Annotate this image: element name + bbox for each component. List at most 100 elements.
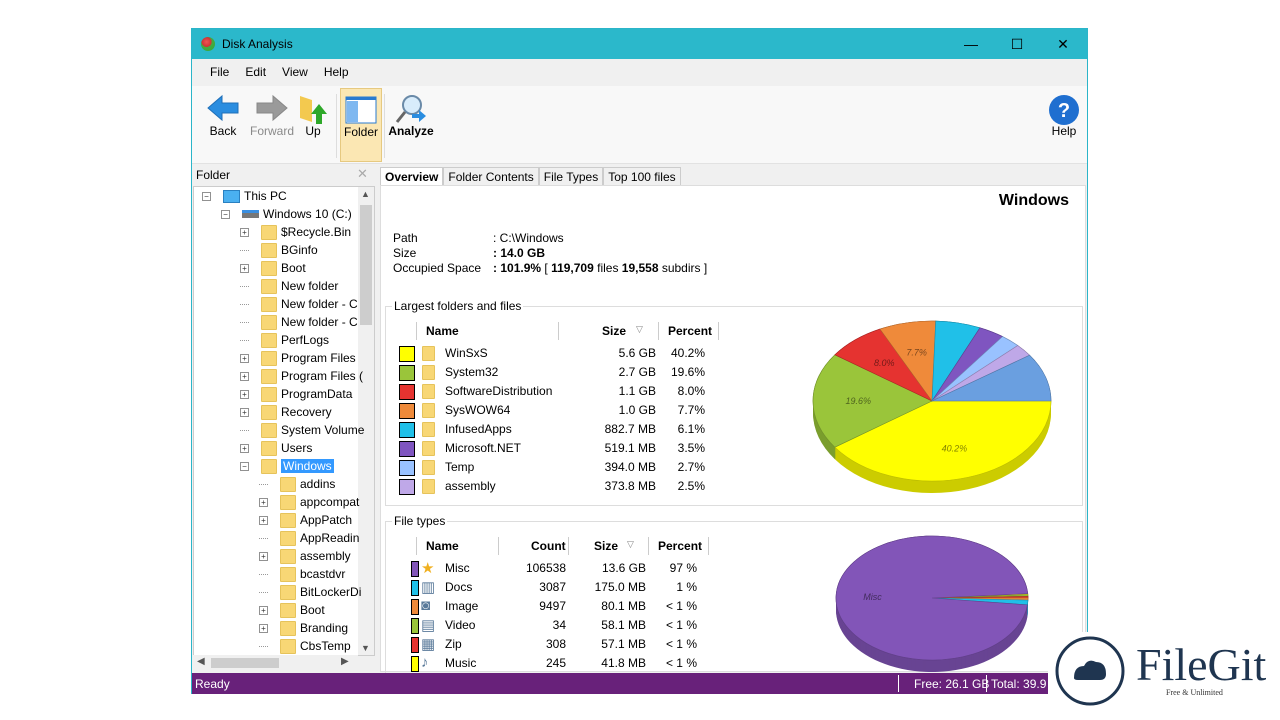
- tree-node[interactable]: AppReadin: [259, 529, 359, 547]
- tree-node[interactable]: − This PC: [202, 187, 287, 205]
- scroll-left-icon[interactable]: ◀: [197, 656, 205, 667]
- menu-help[interactable]: Help: [316, 59, 357, 86]
- table-row[interactable]: InfusedApps 882.7 MB 6.1%: [386, 420, 726, 439]
- expand-icon[interactable]: +: [259, 605, 268, 615]
- expand-icon[interactable]: +: [240, 389, 249, 399]
- tree-node[interactable]: + Users: [240, 439, 312, 457]
- tab-overview[interactable]: Overview: [380, 167, 444, 186]
- expand-icon[interactable]: +: [240, 353, 249, 363]
- col-size-header[interactable]: Size: [602, 324, 626, 338]
- analyze-button[interactable]: Analyze: [388, 88, 434, 162]
- row-name: Microsoft.NET: [445, 441, 522, 455]
- table-row[interactable]: WinSxS 5.6 GB 40.2%: [386, 344, 726, 363]
- table-row[interactable]: ♪ Music 245 41.8 MB < 1 %: [386, 654, 726, 673]
- menu-file[interactable]: File: [202, 59, 237, 86]
- row-name: SysWOW64: [445, 403, 511, 417]
- col-percent-header[interactable]: Percent: [668, 324, 712, 338]
- minimize-button[interactable]: —: [948, 29, 994, 59]
- table-row[interactable]: Microsoft.NET 519.1 MB 3.5%: [386, 439, 726, 458]
- table-row[interactable]: ◙ Image 9497 80.1 MB < 1 %: [386, 597, 726, 616]
- tree-node[interactable]: New folder - C: [240, 313, 358, 331]
- tree-node[interactable]: New folder: [240, 277, 338, 295]
- table-row[interactable]: assembly 373.8 MB 2.5%: [386, 477, 726, 496]
- tree-horizontal-scrollbar[interactable]: ◀ ▶: [193, 655, 358, 671]
- expand-icon[interactable]: +: [240, 227, 249, 237]
- scroll-down-icon[interactable]: ▼: [361, 643, 370, 653]
- expand-icon[interactable]: +: [259, 497, 268, 507]
- close-button[interactable]: ✕: [1040, 29, 1086, 59]
- tree-node[interactable]: bcastdvr: [259, 565, 345, 583]
- tree-node[interactable]: + assembly: [259, 547, 351, 565]
- tree-node[interactable]: + Branding: [259, 619, 348, 637]
- tab-file-types[interactable]: File Types: [538, 167, 604, 186]
- collapse-icon[interactable]: −: [240, 461, 249, 471]
- tree-node[interactable]: + Program Files: [240, 349, 356, 367]
- tree-node[interactable]: − Windows: [240, 457, 334, 475]
- expand-icon[interactable]: +: [240, 407, 249, 417]
- table-row[interactable]: Temp 394.0 MB 2.7%: [386, 458, 726, 477]
- forward-button[interactable]: Forward: [246, 88, 298, 162]
- tab-top-100-files[interactable]: Top 100 files: [603, 167, 681, 186]
- folder-pane-close-button[interactable]: ✕: [357, 166, 368, 182]
- back-button[interactable]: Back: [202, 88, 244, 162]
- folder-tree[interactable]: ▲ ▼ − This PC − Windows 10 (C:) + $Recycle.Bi…: [193, 186, 375, 656]
- ft-col-size-header[interactable]: Size: [594, 539, 618, 553]
- tree-node[interactable]: PerfLogs: [240, 331, 329, 349]
- scroll-up-icon[interactable]: ▲: [361, 189, 370, 199]
- tree-node[interactable]: + Boot: [240, 259, 306, 277]
- tree-node[interactable]: + ProgramData: [240, 385, 352, 403]
- tab-folder-contents[interactable]: Folder Contents: [443, 167, 539, 186]
- expand-icon[interactable]: +: [259, 515, 268, 525]
- expand-icon[interactable]: +: [240, 443, 249, 453]
- tree-scroll-thumb[interactable]: [360, 205, 372, 325]
- maximize-button[interactable]: ☐: [994, 29, 1040, 59]
- ft-col-count-header[interactable]: Count: [531, 539, 566, 553]
- col-name-header[interactable]: Name: [426, 324, 459, 338]
- ft-col-percent-header[interactable]: Percent: [658, 539, 702, 553]
- table-row[interactable]: SoftwareDistribution 1.1 GB 8.0%: [386, 382, 726, 401]
- svg-text:?: ?: [1058, 100, 1070, 122]
- tree-node[interactable]: BitLockerDi: [259, 583, 361, 601]
- tree-node[interactable]: + appcompat: [259, 493, 359, 511]
- tree-node[interactable]: + AppPatch: [259, 511, 352, 529]
- tree-node[interactable]: CbsTemp: [259, 637, 351, 655]
- scroll-right-icon[interactable]: ▶: [341, 656, 349, 667]
- row-percent: < 1 %: [665, 618, 697, 632]
- table-row[interactable]: System32 2.7 GB 19.6%: [386, 363, 726, 382]
- table-row[interactable]: SysWOW64 1.0 GB 7.7%: [386, 401, 726, 420]
- tree-node[interactable]: + Boot: [259, 601, 325, 619]
- help-button[interactable]: ? Help: [1044, 88, 1084, 162]
- tree-node[interactable]: + Program Files (: [240, 367, 363, 385]
- tree-node[interactable]: − Windows 10 (C:): [221, 205, 352, 223]
- tree-hscroll-thumb[interactable]: [211, 658, 279, 668]
- table-row[interactable]: ▥ Docs 3087 175.0 MB 1 %: [386, 578, 726, 597]
- table-row[interactable]: ★ Misc 106538 13.6 GB 97 %: [386, 559, 726, 578]
- tree-line: [240, 285, 249, 287]
- row-name: Temp: [445, 460, 475, 474]
- total-space: Total: 39.9: [991, 677, 1047, 691]
- folder-toggle-button[interactable]: Folder: [340, 88, 382, 162]
- row-percent: 97 %: [669, 561, 697, 575]
- tree-node-label: Boot: [281, 261, 306, 275]
- row-size: 1.1 GB: [618, 384, 656, 398]
- row-size: 13.6 GB: [601, 561, 646, 575]
- tree-node[interactable]: addins: [259, 475, 335, 493]
- tree-node[interactable]: New folder - C: [240, 295, 358, 313]
- menu-edit[interactable]: Edit: [237, 59, 274, 86]
- tree-node[interactable]: + $Recycle.Bin: [240, 223, 351, 241]
- collapse-icon[interactable]: −: [202, 191, 211, 201]
- expand-icon[interactable]: +: [259, 623, 268, 633]
- table-row[interactable]: ▤ Video 34 58.1 MB < 1 %: [386, 616, 726, 635]
- menu-view[interactable]: View: [274, 59, 316, 86]
- expand-icon[interactable]: +: [240, 263, 249, 273]
- expand-icon[interactable]: +: [240, 371, 249, 381]
- tree-node[interactable]: System Volume: [240, 421, 364, 439]
- color-swatch: [399, 460, 415, 476]
- tree-node[interactable]: BGinfo: [240, 241, 318, 259]
- expand-icon[interactable]: +: [259, 551, 268, 561]
- ft-col-name-header[interactable]: Name: [426, 539, 459, 553]
- collapse-icon[interactable]: −: [221, 209, 230, 219]
- up-button[interactable]: Up: [298, 88, 328, 162]
- tree-node[interactable]: + Recovery: [240, 403, 332, 421]
- table-row[interactable]: ▦ Zip 308 57.1 MB < 1 %: [386, 635, 726, 654]
